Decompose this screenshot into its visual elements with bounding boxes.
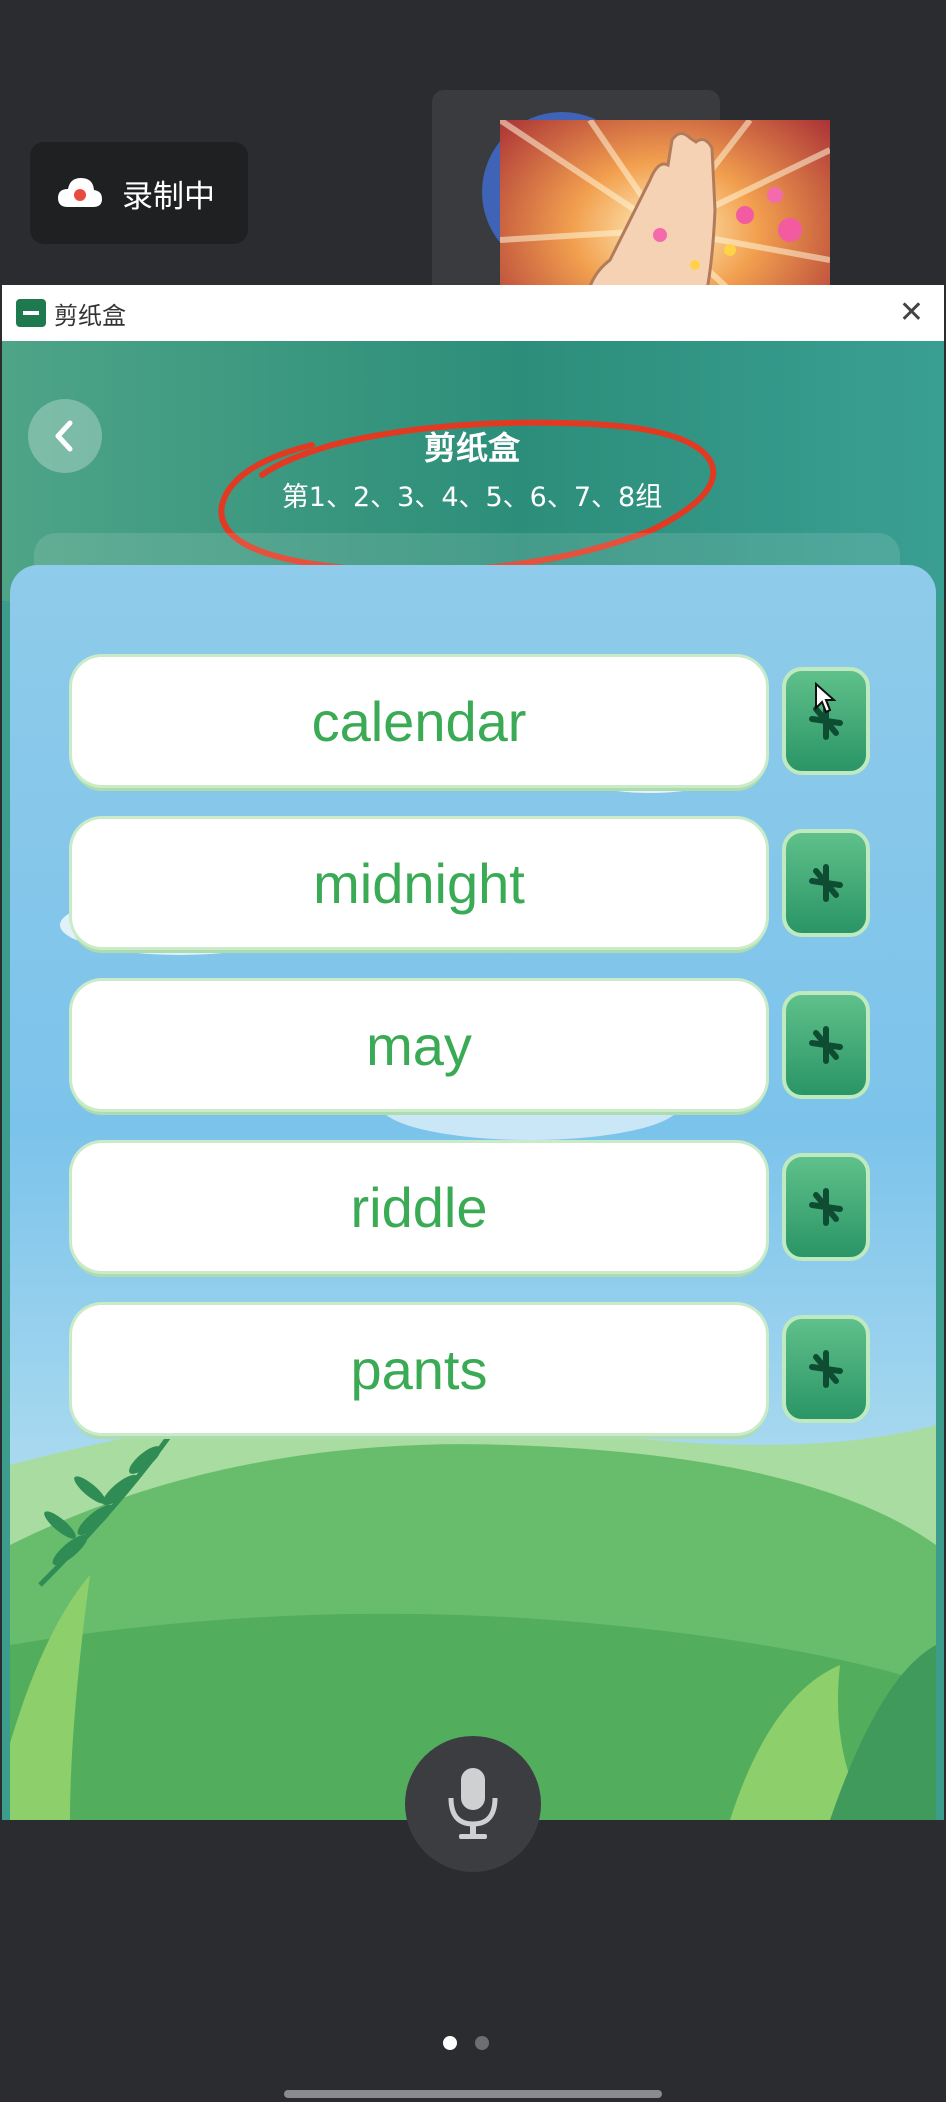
word-row: riddle: [72, 1143, 932, 1277]
page-dot[interactable]: [475, 2036, 489, 2050]
game-panel: 27 calendar midnight may riddle: [10, 565, 936, 1820]
window-title: 剪纸盒: [54, 301, 126, 330]
word-text: midnight: [313, 851, 525, 915]
page-dot[interactable]: [443, 2036, 457, 2050]
word-text: may: [366, 1013, 472, 1077]
word-card[interactable]: midnight: [72, 819, 766, 947]
back-button[interactable]: [28, 399, 102, 473]
window-titlebar: 剪纸盒 ✕: [2, 285, 944, 341]
mouse-cursor-icon: [815, 682, 836, 714]
recording-indicator[interactable]: 录制中: [30, 142, 248, 244]
cut-button[interactable]: [782, 1153, 870, 1261]
word-row: pants: [72, 1305, 932, 1439]
scissors-icon: [809, 1188, 843, 1226]
word-text: calendar: [311, 689, 527, 753]
cut-button[interactable]: [782, 991, 870, 1099]
word-card[interactable]: calendar: [72, 657, 766, 785]
word-row: midnight: [72, 819, 932, 953]
cut-button[interactable]: [782, 1315, 870, 1423]
close-icon[interactable]: ✕: [899, 295, 924, 330]
word-row: calendar: [72, 657, 932, 791]
page-indicator[interactable]: [443, 2036, 489, 2050]
scissors-icon: [809, 1350, 843, 1388]
scissors-icon: [809, 864, 843, 902]
microphone-icon: [448, 1768, 498, 1839]
word-text: pants: [350, 1337, 488, 1401]
cut-button[interactable]: [782, 829, 870, 937]
word-text: riddle: [350, 1175, 488, 1239]
chevron-left-icon: [55, 420, 73, 452]
word-card[interactable]: pants: [72, 1305, 766, 1433]
scissors-icon: [809, 1026, 843, 1064]
app-logo-icon: [16, 299, 46, 327]
app-window: 剪纸盒 ✕ 剪纸盒 第1、2、3、4、5、6、7、8组 calendar mid…: [2, 285, 944, 1820]
recording-label: 录制中: [122, 178, 215, 215]
home-indicator[interactable]: [284, 2090, 662, 2098]
word-row: may: [72, 981, 932, 1115]
word-card[interactable]: may: [72, 981, 766, 1109]
cloud-record-icon: [58, 178, 102, 207]
microphone-button[interactable]: [405, 1736, 541, 1872]
word-card[interactable]: riddle: [72, 1143, 766, 1271]
